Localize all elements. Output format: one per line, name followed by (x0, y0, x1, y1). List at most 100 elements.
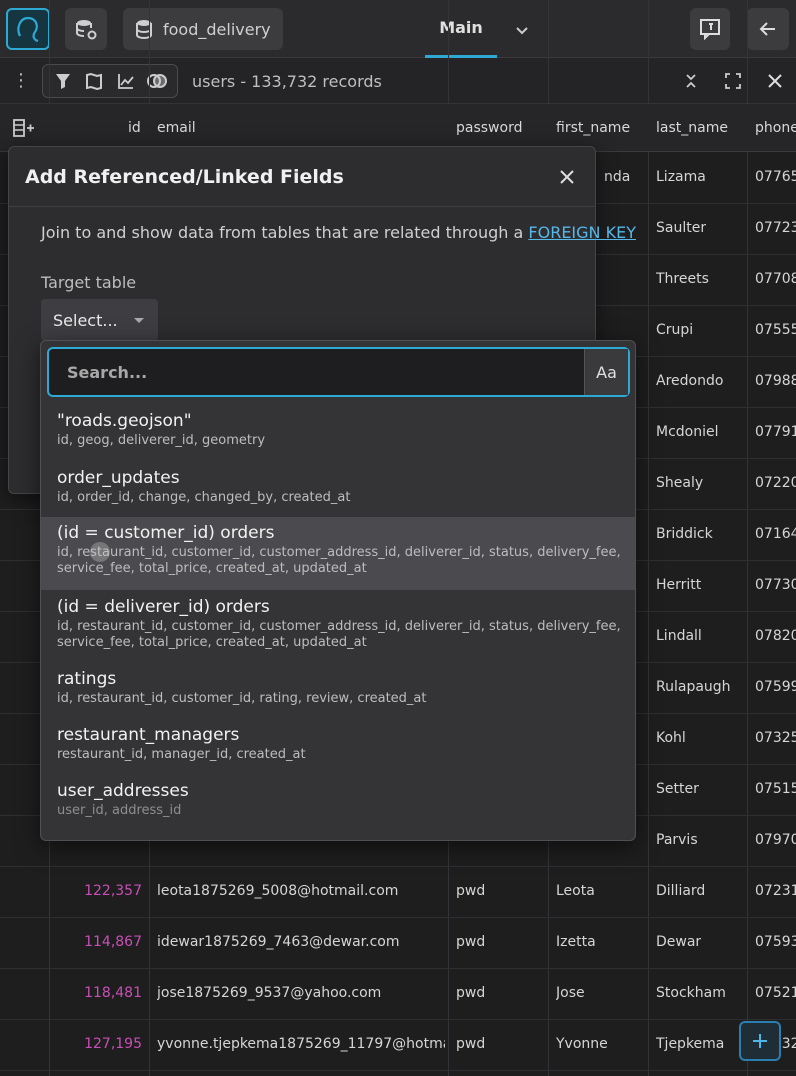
table-row[interactable]: 127,195 yvonne.tjepkema1875269_11797@hot… (0, 1020, 796, 1071)
cell-phone: 07515 (755, 781, 796, 797)
chart-icon[interactable] (115, 70, 137, 92)
option-user-addresses[interactable]: user_addresses user_id, address_id (41, 781, 635, 819)
option-ratings[interactable]: ratings id, restaurant_id, customer_id, … (41, 669, 635, 707)
map-icon[interactable] (83, 70, 105, 92)
grid-header: id email password first_name last_name p… (0, 104, 796, 152)
option-roads-geojson[interactable]: "roads.geojson" id, geog, deliverer_id, … (41, 411, 635, 449)
cell-first-name: nda (604, 169, 631, 185)
dialog-title: Add Referenced/Linked Fields (25, 165, 344, 188)
option-fields: id, geog, deliverer_id, geometry (57, 433, 266, 448)
database-icon (136, 20, 152, 39)
cell-first-name: Leota (556, 883, 595, 899)
cell-password: pwd (456, 934, 486, 950)
option-orders-deliverer[interactable]: (id = deliverer_id) orders id, restauran… (41, 597, 635, 651)
option-order-updates[interactable]: order_updates id, order_id, change, chan… (41, 468, 635, 506)
cell-phone: 07708 (755, 271, 796, 287)
database-selector[interactable]: food_delivery (123, 8, 283, 50)
cell-password: pwd (456, 1036, 486, 1052)
column-header-email[interactable]: email (157, 120, 196, 136)
option-name: "roads.geojson" (57, 411, 192, 431)
option-fields: restaurant_id, manager_id, created_at (57, 747, 306, 762)
plus-icon (753, 1034, 767, 1048)
app-logo-button[interactable] (6, 8, 50, 50)
table-row[interactable]: 114,867 idewar1875269_7463@dewar.com pwd… (0, 918, 796, 969)
fullscreen-icon[interactable] (722, 70, 744, 92)
cell-phone: 07765 (755, 169, 796, 185)
option-fields: user_id, address_id (57, 803, 182, 818)
dialog-description-text: Join to and show data from tables that a… (41, 223, 529, 242)
search-input[interactable] (49, 349, 584, 395)
cell-phone: 07593 (755, 934, 796, 950)
option-name: user_addresses (57, 781, 189, 801)
column-header-last-name[interactable]: last_name (656, 120, 728, 136)
target-table-select[interactable]: Select... (41, 299, 158, 341)
filter-icon[interactable] (52, 70, 74, 92)
cell-phone: 07970 (755, 832, 796, 848)
tab-main[interactable]: Main (425, 0, 497, 58)
logo-icon (17, 16, 39, 43)
close-icon[interactable] (764, 70, 786, 92)
option-name: restaurant_managers (57, 725, 240, 745)
cell-password: pwd (456, 985, 486, 1001)
dialog-description: Join to and show data from tables that a… (41, 223, 636, 242)
cell-phone: 07231 (755, 883, 796, 899)
cell-last-name: Briddick (656, 526, 713, 542)
records-count: users - 133,732 records (192, 72, 382, 91)
arrow-left-icon (759, 22, 775, 36)
column-header-password[interactable]: password (456, 120, 522, 136)
database-settings-button[interactable] (65, 8, 107, 50)
chevron-down-icon[interactable] (512, 20, 532, 40)
cell-last-name: Dewar (656, 934, 702, 950)
dialog-close-icon[interactable] (555, 165, 579, 189)
column-header-first-name[interactable]: first_name (556, 120, 630, 136)
cell-last-name: Shealy (656, 475, 704, 491)
more-options-icon[interactable]: ⋮ (12, 72, 30, 92)
cell-last-name: Saulter (656, 220, 707, 236)
option-name: (id = deliverer_id) orders (57, 597, 270, 617)
column-header-id[interactable]: id (128, 120, 141, 136)
caret-down-icon (133, 317, 144, 323)
add-row-button[interactable] (739, 1021, 781, 1061)
table-row[interactable]: 122,357 leota1875269_5008@hotmail.com pw… (0, 867, 796, 918)
cell-last-name: Crupi (656, 322, 694, 338)
cell-phone: 07325 (755, 730, 796, 746)
cell-phone: 07555 (755, 322, 796, 338)
cell-last-name: Stockham (656, 985, 726, 1001)
cell-last-name: Kohl (656, 730, 686, 746)
option-name: ratings (57, 669, 117, 689)
cell-email: yvonne.tjepkema1875269_11797@hotmail.com (157, 1036, 445, 1052)
add-column-icon[interactable] (12, 118, 36, 142)
option-orders-customer[interactable]: (id = customer_id) orders id, restaurant… (41, 517, 635, 590)
foreign-key-link[interactable]: FOREIGN KEY (528, 223, 636, 242)
cell-phone: 07220 (755, 475, 796, 491)
collapse-icon[interactable] (680, 70, 702, 92)
column-header-phone[interactable]: phone (755, 120, 796, 136)
cell-phone: 07791 (755, 424, 796, 440)
cell-id: 114,867 (84, 934, 142, 950)
cell-phone: 07988 (755, 373, 796, 389)
database-gear-icon (76, 20, 97, 40)
cell-first-name: Izetta (556, 934, 596, 950)
option-fields: id, restaurant_id, customer_id, customer… (57, 545, 621, 576)
cell-last-name: Herritt (656, 577, 702, 593)
search-box: Aa (47, 347, 630, 397)
cell-phone: 07521 (755, 985, 796, 1001)
option-fields: id, order_id, change, changed_by, create… (57, 490, 351, 505)
cell-last-name: Rulapaugh (656, 679, 731, 695)
back-button[interactable] (747, 8, 789, 50)
table-row[interactable]: 118,481 jose1875269_9537@yahoo.com pwd J… (0, 969, 796, 1020)
cell-phone: 07164 (755, 526, 796, 542)
cell-last-name: Setter (656, 781, 699, 797)
option-fields: id, restaurant_id, customer_id, customer… (57, 619, 621, 650)
cell-first-name: Jose (556, 985, 585, 1001)
target-table-dropdown: Aa "roads.geojson" id, geog, deliverer_i… (40, 340, 636, 841)
cell-email: jose1875269_9537@yahoo.com (157, 985, 382, 1001)
cell-phone: 07599 (755, 679, 796, 695)
match-case-toggle[interactable]: Aa (584, 349, 628, 395)
feedback-button[interactable] (690, 8, 730, 50)
cell-last-name: Tjepkema (656, 1036, 725, 1052)
top-bar: food_delivery Main (0, 0, 796, 58)
option-name: (id = customer_id) orders (57, 523, 275, 543)
option-restaurant-managers[interactable]: restaurant_managers restaurant_id, manag… (41, 725, 635, 763)
cell-last-name: Lizama (656, 169, 706, 185)
